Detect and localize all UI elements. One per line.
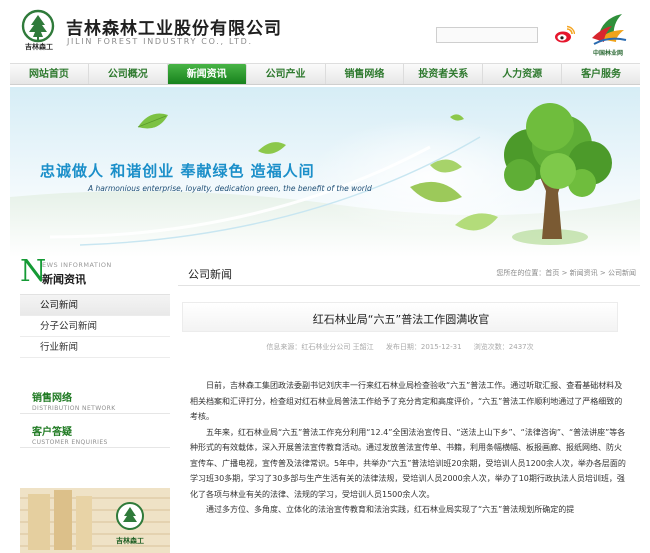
article-meta: 信息来源：红石林业分公司 王韶江 发布日期：2015-12-31 浏览次数：24… [178,342,622,352]
article-paragraph: 五年来，红石林业局“六五”普法工作充分利用“12.4”全国法治宣传日、“送法上山… [190,427,626,499]
banner-slogan-en: A harmonious enterprise, loyalty, dedica… [88,184,372,193]
main-content: 公司新闻 您所在的位置：首页 > 新闻资讯 > 公司新闻 红石林业局“六五”普法… [178,258,640,553]
sidebar-photo[interactable]: 吉林森工 [20,488,170,553]
section-header: 公司新闻 您所在的位置：首页 > 新闻资讯 > 公司新闻 [178,258,640,286]
article-source: 信息来源：红石林业分公司 王韶江 [266,343,374,351]
article-paragraph: 通过多方位、多角度、立体化的法治宣传教育和法治实践，红石林业局实现了“六五”普法… [206,505,575,514]
logo-caption: 吉林森工 [25,43,53,51]
sidebar-item-subsidiary-news[interactable]: 分子公司新闻 [20,316,170,337]
search-input[interactable] [436,27,538,43]
sidebar-photo-caption: 吉林森工 [116,537,144,545]
sidebar-link-customer[interactable]: 客户答疑 CUSTOMER ENQUIRIES [20,420,170,448]
sidebar-sales-label-en: DISTRIBUTION NETWORK [32,405,116,412]
partner-logo-caption: 中国林业网 [592,50,623,57]
nav-item-hr[interactable]: 人力资源 [483,64,563,84]
article-body: 日前，吉林森工集团政法委副书记刘庆丰一行来红石林业局检查验收“六五”普法工作。通… [190,378,628,518]
nav-item-about[interactable]: 公司概况 [89,64,168,84]
wood-product-image [20,488,170,553]
sidebar-customer-label-en: CUSTOMER ENQUIRIES [32,439,108,446]
sidebar-menu: 公司新闻 分子公司新闻 行业新闻 [20,294,170,358]
sidebar-item-company-news[interactable]: 公司新闻 [20,295,170,316]
article-title: 红石林业局“六五”普法工作圆满收官 [312,313,490,326]
sidebar-item-industry-news[interactable]: 行业新闻 [20,337,170,358]
nav-item-investors[interactable]: 投资者关系 [404,64,484,84]
main-nav: 网站首页 公司概况 新闻资讯 公司产业 销售网络 投资者关系 人力资源 客户服务 [10,63,640,85]
breadcrumb-prefix: 您所在的位置： [496,269,546,277]
section-title: 公司新闻 [188,268,232,281]
sidebar: N EWS INFORMATION 新闻资讯 公司新闻 分子公司新闻 行业新闻 … [10,254,174,553]
company-name[interactable]: 吉林森林工业股份有限公司 [66,14,282,39]
sidebar-heading-en: EWS INFORMATION [42,261,112,269]
nav-item-industry[interactable]: 公司产业 [247,64,326,84]
sidebar-link-sales[interactable]: 销售网络 DISTRIBUTION NETWORK [20,386,170,414]
sidebar-heading-cn: 新闻资讯 [42,273,86,286]
site-header: 吉林森工 吉林森林工业股份有限公司 JILIN FOREST INDUSTRY … [0,0,650,62]
breadcrumb-path[interactable]: 首页 > 新闻资讯 > 公司新闻 [545,269,636,277]
hero-banner: 忠诚做人 和谐创业 奉献绿色 造福人间 A harmonious enterpr… [10,87,640,257]
company-name-en: JILIN FOREST INDUSTRY CO., LTD. [67,37,253,46]
sidebar-heading: N EWS INFORMATION 新闻资讯 [20,254,170,289]
sidebar-sales-label: 销售网络 [32,393,72,404]
nav-item-home[interactable]: 网站首页 [10,64,89,84]
article-title-box: 红石林业局“六五”普法工作圆满收官 [182,302,618,332]
breadcrumb: 您所在的位置：首页 > 新闻资讯 > 公司新闻 [496,268,636,278]
article-date: 发布日期：2015-12-31 [385,343,462,351]
nav-item-news[interactable]: 新闻资讯 [167,64,247,84]
sidebar-customer-label: 客户答疑 [32,427,72,438]
nav-item-sales[interactable]: 销售网络 [326,64,405,84]
article-paragraph: 日前，吉林森工集团政法委副书记刘庆丰一行来红石林业局检查验收“六五”普法工作。通… [190,381,623,421]
weibo-icon[interactable] [553,25,575,45]
nav-item-service[interactable]: 客户服务 [562,64,640,84]
article-views: 浏览次数：2437次 [473,343,534,351]
banner-slogan: 忠诚做人 和谐创业 奉献绿色 造福人间 [40,162,315,180]
